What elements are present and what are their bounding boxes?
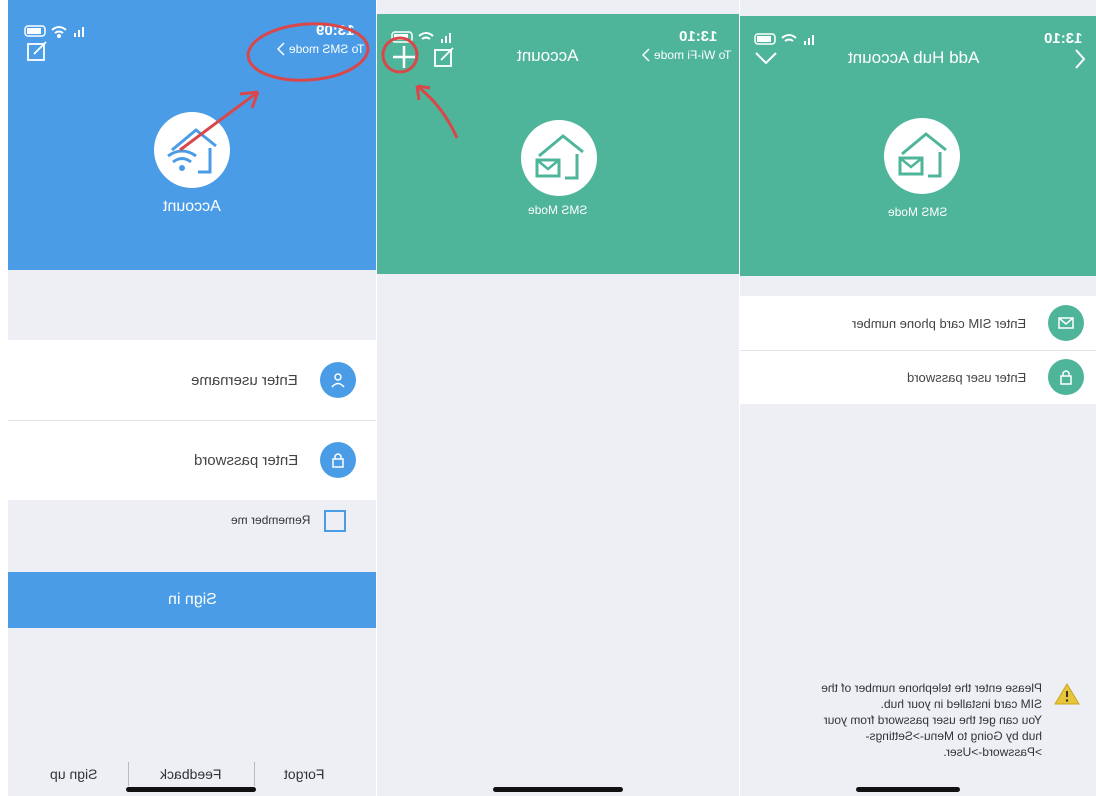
sign-up-link[interactable]: Sign up [50,766,97,782]
password-placeholder: Enter password [193,452,298,469]
remember-label: Remember me [230,513,310,527]
password-input[interactable]: Enter password [8,420,376,500]
divider [254,762,255,786]
chevron-down-icon[interactable] [754,50,778,71]
to-wifi-mode-link[interactable]: To Wi-Fi mode [641,48,731,62]
page-title: Account [517,46,579,65]
wifi-icon [781,34,797,42]
battery-icon [754,33,776,45]
user-icon [320,362,356,398]
signal-icon [804,35,814,45]
username-input[interactable]: Enter username [8,340,376,420]
feedback-link[interactable]: Feedback [160,766,221,782]
hint-box: Please enter the telephone number of the… [740,676,1096,766]
phone-placeholder: Enter SIM card phone number [851,316,1026,331]
chevron-left-icon [641,48,650,62]
checkbox-icon[interactable] [324,510,346,532]
home-indicator [126,787,256,792]
annotation-circle [179,22,370,152]
footer-links: Forgot Feedback Sign up [8,760,376,786]
status-icons [754,32,824,46]
screen-sms-account: 13:10 Account To Wi-Fi mode SMS Mode [377,0,739,796]
annotation-arrow [381,36,459,139]
warning-icon [1054,682,1080,711]
lock-icon [320,442,356,478]
forgot-link[interactable]: Forgot [284,766,324,782]
sim-phone-input[interactable]: Enter SIM card phone number [740,296,1096,350]
screen-add-hub-account: 13:10 Add Hub Account SMS Mode Enter SIM… [740,0,1096,796]
lock-icon [1048,359,1084,395]
account-label: Account [163,198,221,215]
status-time: 13:10 [678,28,717,45]
divider [128,762,129,786]
remember-me[interactable]: Remember me [8,508,376,534]
hint-text: Please enter the telephone number of the… [821,681,1042,759]
status-time: 13:10 [1043,30,1082,47]
mode-label: SMS Mode [888,205,948,219]
chevron-left-icon[interactable] [1074,48,1086,75]
home-indicator [856,787,960,792]
sign-in-button[interactable]: Sign in [8,572,376,628]
username-placeholder: Enter username [191,372,298,389]
house-mail-icon [884,118,960,194]
mail-icon [1048,305,1084,341]
mode-label: SMS Mode [528,203,588,217]
password-placeholder: Enter user password [906,370,1026,385]
house-mail-icon [521,120,597,196]
page-title: Add Hub Account [848,48,980,67]
user-password-input[interactable]: Enter user password [740,350,1096,404]
home-indicator [493,787,623,792]
